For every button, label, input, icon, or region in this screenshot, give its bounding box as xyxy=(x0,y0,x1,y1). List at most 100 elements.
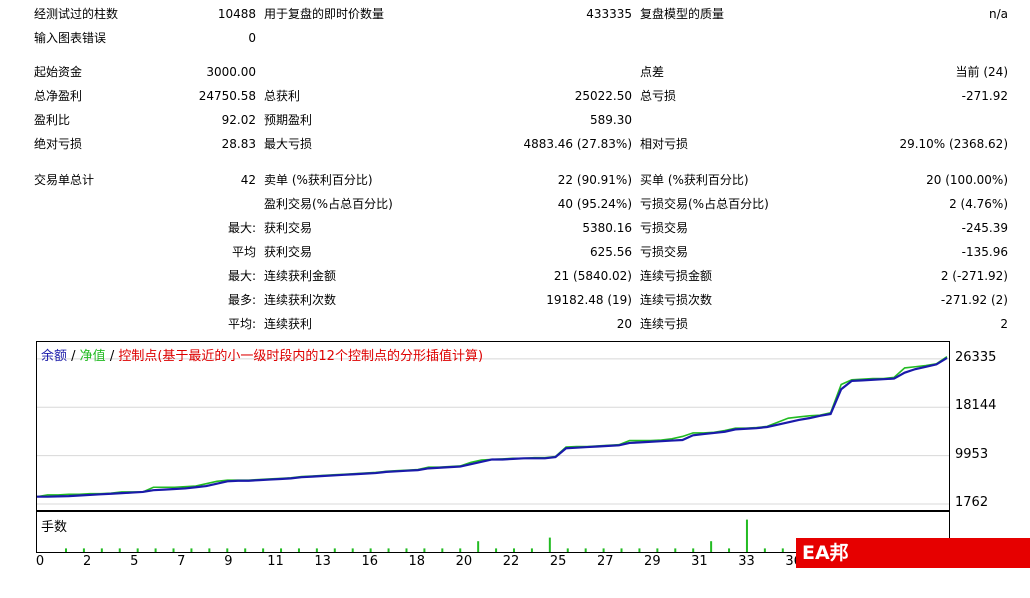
volume-bar xyxy=(602,548,605,552)
volume-bar xyxy=(728,548,731,552)
expected-payoff-value: 589.30 xyxy=(590,113,632,127)
average-consec-wins-value: 20 xyxy=(616,317,632,331)
legend-control-points: 控制点(基于最近的小一级时段内的12个控制点的分形插值计算) xyxy=(118,349,484,364)
spread-value: 当前 (24) xyxy=(955,65,1008,79)
volume-bar xyxy=(477,541,480,552)
average-loss-label: 亏损交易 xyxy=(640,245,689,259)
watermark: EA邦www.eabang.com xyxy=(796,538,1030,594)
gross-loss-label: 总亏损 xyxy=(640,89,677,103)
volume-bar xyxy=(333,548,336,552)
average-loss-value: -135.96 xyxy=(961,245,1008,259)
volume-bar xyxy=(584,548,587,552)
x-tick-label: 11 xyxy=(267,554,284,569)
maximal-consec-loss-label: 连续亏损次数 xyxy=(640,293,713,307)
volume-bar xyxy=(710,541,713,552)
volume-bar xyxy=(280,548,283,552)
spread-label: 点差 xyxy=(640,65,665,79)
expected-payoff-label: 预期盈利 xyxy=(264,113,313,127)
average-consec-prefix: 平均: xyxy=(227,317,256,331)
x-tick-label: 7 xyxy=(177,554,186,569)
volume-bar xyxy=(459,548,462,552)
deposit-value: 3000.00 xyxy=(206,65,256,79)
volume-bar xyxy=(136,548,139,552)
x-tick-label: 27 xyxy=(596,554,614,569)
volume-bar xyxy=(172,548,175,552)
absolute-drawdown-value: 28.83 xyxy=(221,137,256,151)
volume-bar xyxy=(100,548,103,552)
long-positions-value: 20 (100.00%) xyxy=(926,173,1008,187)
legend-balance: 余额 xyxy=(41,349,68,364)
volume-bar xyxy=(369,548,372,552)
max-consec-prefix: 最大: xyxy=(227,269,256,283)
average-profit-label: 获利交易 xyxy=(264,245,313,259)
largest-profit-label: 获利交易 xyxy=(264,221,313,235)
volume-bar xyxy=(405,548,408,552)
volume-bar xyxy=(244,548,247,552)
bars-label: 经测试过的柱数 xyxy=(34,7,119,21)
maximal-consec-profit-value: 19182.48 (19) xyxy=(546,293,632,307)
volume-bar xyxy=(566,548,569,552)
maximal-consec-loss-value: -271.92 (2) xyxy=(940,293,1008,307)
largest-loss-label: 亏损交易 xyxy=(640,221,689,235)
gross-profit-value: 25022.50 xyxy=(574,89,632,103)
average-prefix: 平均 xyxy=(231,245,256,259)
balance-chart: 余额 / 净值 / 控制点(基于最近的小一级时段内的12个控制点的分形插值计算) xyxy=(36,341,950,511)
volume-bar xyxy=(548,537,551,552)
profit-trades-value: 40 (95.24%) xyxy=(557,197,632,211)
short-positions-label: 卖单 (%获利百分比) xyxy=(264,173,373,187)
max-consec-wins-value: 21 (5840.02) xyxy=(553,269,632,283)
y-tick-label: 1762 xyxy=(955,495,989,510)
x-tick-label: 0 xyxy=(35,554,45,569)
volume-bar xyxy=(262,548,265,552)
x-tick-label: 25 xyxy=(549,554,567,569)
x-tick-label: 16 xyxy=(361,554,378,569)
profit-factor-label: 盈利比 xyxy=(34,113,71,127)
loss-trades-value: 2 (4.76%) xyxy=(949,197,1008,211)
bars-value: 10488 xyxy=(217,7,256,21)
long-positions-label: 买单 (%获利百分比) xyxy=(640,173,749,187)
total-trades-value: 42 xyxy=(240,173,256,187)
volume-bar xyxy=(513,548,515,552)
average-consec-losses-value: 2 xyxy=(1000,317,1008,331)
x-tick-label: 5 xyxy=(130,554,139,569)
errors-value: 0 xyxy=(248,31,256,45)
relative-drawdown-value: 29.10% (2368.62) xyxy=(899,137,1008,151)
errors-label: 输入图表错误 xyxy=(34,31,107,45)
x-tick-label: 33 xyxy=(738,554,755,569)
largest-loss-value: -245.39 xyxy=(961,221,1008,235)
relative-drawdown-label: 相对亏损 xyxy=(640,137,689,151)
volume-bar xyxy=(190,548,193,552)
volume-bar xyxy=(763,548,766,552)
x-tick-label: 2 xyxy=(82,554,92,569)
max-drawdown-label: 最大亏损 xyxy=(264,137,313,151)
volume-bar xyxy=(692,548,695,552)
y-tick-label: 9953 xyxy=(955,446,989,462)
volume-bar xyxy=(441,548,444,552)
maximal-consec-prefix: 最多: xyxy=(227,293,256,307)
largest-prefix: 最大: xyxy=(227,221,256,235)
legend-separator: / xyxy=(105,349,119,364)
deposit-label: 起始资金 xyxy=(34,65,83,79)
equity-line xyxy=(37,356,948,498)
x-tick-label: 31 xyxy=(691,554,708,569)
legend-separator: / xyxy=(67,349,80,364)
volume-bar xyxy=(745,519,748,552)
volume-bar xyxy=(674,548,677,552)
volume-bar xyxy=(638,548,641,552)
x-tick-label: 22 xyxy=(502,554,520,569)
volume-bar xyxy=(118,548,121,552)
volume-bar xyxy=(423,548,426,552)
volume-bar xyxy=(530,548,533,552)
max-consec-losses-value: 2 (-271.92) xyxy=(940,269,1008,283)
volume-bar xyxy=(315,548,318,552)
volume-bar xyxy=(82,548,85,552)
net-profit-value: 24750.58 xyxy=(198,89,256,103)
volume-bar xyxy=(154,548,157,552)
volume-bar xyxy=(65,548,67,552)
average-consec-wins-label: 连续获利 xyxy=(264,317,313,331)
balance-chart-plot xyxy=(37,356,949,505)
profit-trades-label: 盈利交易(%占总百分比) xyxy=(264,197,393,211)
quality-value: n/a xyxy=(988,7,1008,21)
x-tick-label: 13 xyxy=(314,554,331,569)
gross-profit-label: 总获利 xyxy=(264,89,301,103)
